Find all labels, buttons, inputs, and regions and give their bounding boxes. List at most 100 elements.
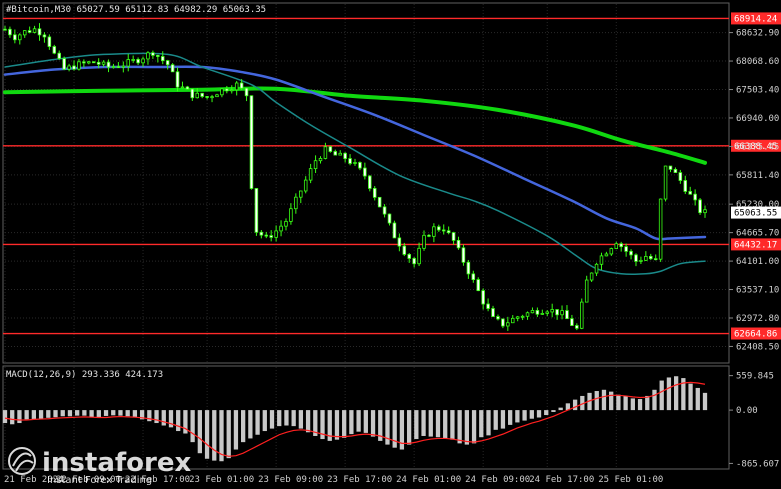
candle-body — [190, 88, 195, 99]
candle-body — [614, 243, 619, 249]
candle-body — [106, 61, 111, 68]
candle-body — [313, 160, 318, 170]
chart-header: #Bitcoin,M30 65027.59 65112.83 64982.29 … — [6, 5, 266, 15]
candle-body — [37, 28, 42, 36]
macd-histogram-bar — [428, 410, 433, 437]
candle-body — [673, 168, 678, 173]
macd-histogram-bar — [652, 389, 657, 411]
candle-body — [141, 58, 145, 64]
candle-body — [397, 237, 402, 247]
candle-body — [486, 303, 490, 309]
candle-body — [101, 61, 106, 65]
candle-body — [289, 208, 293, 222]
macd-histogram-bar — [176, 410, 181, 432]
chart-canvas: 68914.2466388.4564432.1762664.8665063.55… — [2, 2, 781, 486]
candle-body — [402, 245, 407, 255]
candle-body — [624, 246, 628, 252]
candle-body — [535, 310, 540, 315]
candle-body — [609, 248, 614, 255]
macd-histogram-bar — [17, 410, 22, 424]
candle-body — [62, 58, 66, 70]
macd-histogram-bar — [601, 389, 607, 411]
candle-body — [589, 272, 594, 281]
candle-body — [72, 65, 76, 70]
macd-histogram-bar — [241, 410, 246, 443]
candle-body — [412, 258, 416, 265]
candle-body — [639, 259, 643, 262]
candle-body — [511, 317, 515, 324]
macd-tick-label: -865.607 — [736, 459, 779, 469]
macd-histogram-bar — [572, 399, 578, 411]
candle-body — [151, 52, 155, 56]
candle-body — [234, 82, 239, 91]
macd-histogram-bar — [262, 410, 267, 432]
candle-body — [540, 313, 545, 315]
price-tick-label: 62408.50 — [736, 342, 779, 352]
candle-body — [377, 196, 382, 208]
candle-body — [446, 230, 451, 234]
candle-body — [126, 59, 130, 67]
macd-tick-label: 559.845 — [736, 372, 774, 382]
candle-body — [437, 226, 441, 231]
price-tick-label: 68632.90 — [736, 29, 779, 39]
candle-body — [599, 255, 604, 265]
watermark-tagline: Instant Forex Trading — [47, 475, 152, 486]
candle-body — [200, 92, 204, 97]
candle-body — [530, 310, 535, 314]
candle-body — [343, 152, 347, 159]
candle-body — [466, 261, 471, 275]
candle-body — [580, 301, 584, 329]
macd-histogram-bar — [630, 398, 635, 411]
candle-body — [175, 71, 180, 88]
candle-body — [165, 60, 170, 66]
candle-body — [254, 188, 259, 233]
candle-body — [703, 209, 707, 214]
macd-histogram-bar — [2, 410, 8, 424]
candle-body — [42, 34, 47, 38]
macd-histogram-bar — [435, 410, 441, 438]
macd-histogram-bar — [103, 410, 109, 416]
candle-body — [649, 255, 653, 260]
macd-histogram-bar — [623, 395, 628, 411]
price-axis: 68632.90 68068.60 67503.40 66940.00 66375.45… — [729, 29, 779, 352]
candle-body — [170, 64, 175, 73]
candle-body — [82, 61, 86, 64]
macd-histogram-bar — [421, 410, 426, 436]
candle-body — [575, 325, 579, 329]
macd-histogram-bar — [24, 410, 29, 420]
macd-histogram-bar — [500, 410, 506, 429]
macd-title: MACD(12,26,9) 293.336 424.173 — [6, 370, 163, 380]
macd-histogram-bar — [298, 410, 304, 429]
macd-histogram-bar — [356, 410, 361, 432]
candle-body — [456, 239, 461, 249]
macd-histogram-bar — [522, 410, 527, 421]
candle-body — [57, 52, 61, 59]
candle-body — [668, 165, 673, 170]
candle-body — [136, 58, 140, 64]
candle-body — [663, 165, 668, 200]
candle-body — [471, 273, 476, 281]
candle-body — [225, 88, 229, 92]
candle-body — [303, 179, 308, 192]
macd-histogram-bar — [666, 377, 672, 411]
macd-histogram-bar — [204, 410, 210, 459]
candle-body — [294, 196, 298, 210]
macd-histogram-bar — [53, 410, 58, 418]
candle-body — [363, 167, 367, 177]
candle-body — [338, 152, 342, 156]
macd-histogram-bar — [96, 410, 101, 418]
candle-body — [427, 234, 431, 237]
candle-body — [407, 253, 411, 259]
candle-body — [417, 247, 421, 265]
candle-body — [565, 310, 569, 320]
candle-body — [629, 250, 633, 256]
candle-body — [491, 308, 495, 317]
macd-histogram-bar — [558, 407, 563, 411]
candle-body — [27, 30, 32, 33]
candle-body — [604, 253, 609, 257]
time-tick-label: 24 Feb 17:00 — [529, 475, 594, 485]
main-panel-frame — [2, 2, 730, 364]
candle-body — [658, 198, 663, 260]
candle-body — [47, 36, 52, 47]
candle-body — [520, 315, 525, 318]
